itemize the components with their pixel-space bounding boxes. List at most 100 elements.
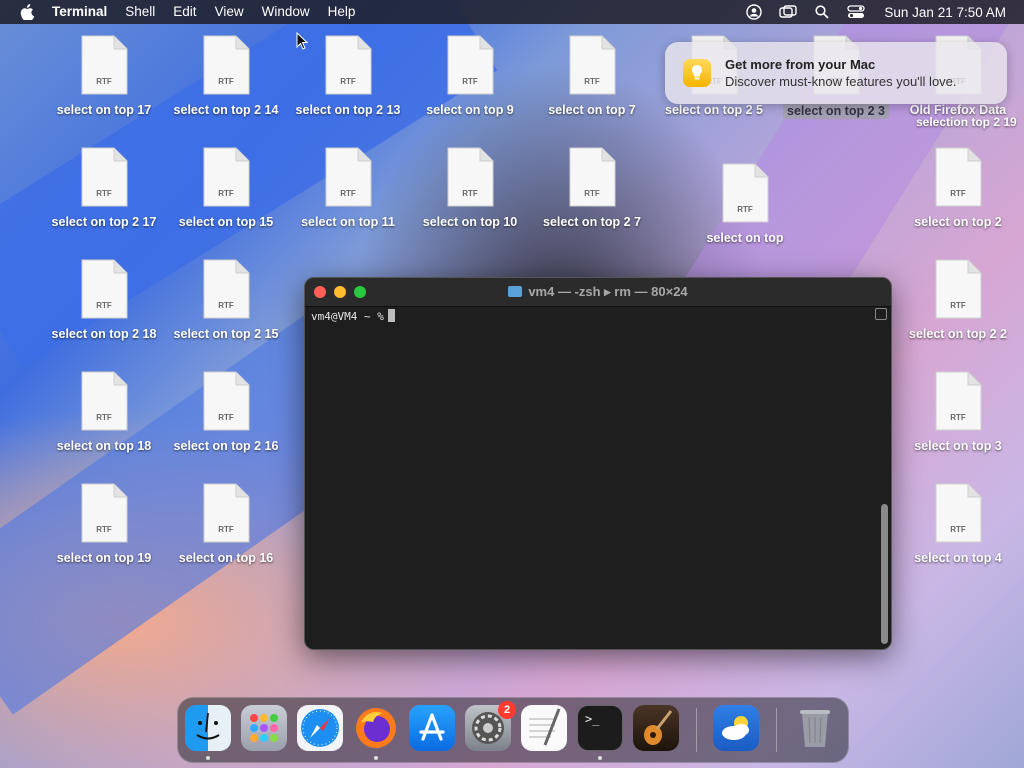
file-type-label: RTF	[462, 77, 478, 86]
desktop-file-label: select on top 2 16	[173, 439, 279, 453]
launchpad-icon[interactable]	[241, 705, 287, 751]
terminal-icon[interactable]: >_	[577, 705, 623, 751]
file-type-label: RTF	[96, 525, 112, 534]
desktop-file-icon[interactable]: RTF select on top 2 17	[43, 147, 165, 229]
safari-icon[interactable]	[297, 705, 343, 751]
dock: 2 >_	[177, 697, 849, 763]
overlapping-file-label[interactable]: selection top 2 19	[916, 115, 1017, 129]
desktop-file-icon[interactable]: RTF select on top 2	[897, 147, 1019, 229]
desktop-file-icon[interactable]: RTF select on top 2 15	[165, 259, 287, 341]
desktop-file-icon[interactable]: RTF select on top 7	[531, 35, 653, 117]
user-account-icon[interactable]	[744, 4, 764, 20]
desktop-file-icon[interactable]: RTF select on top 2 18	[43, 259, 165, 341]
file-type-label: RTF	[218, 77, 234, 86]
terminal-output[interactable]: vm4@VM4 ~ %	[311, 309, 395, 323]
rtf-document-icon: RTF	[80, 147, 128, 207]
split-pane-icon[interactable]	[875, 308, 887, 320]
rtf-document-icon: RTF	[202, 259, 250, 319]
file-type-label: RTF	[950, 525, 966, 534]
rtf-document-icon: RTF	[202, 35, 250, 95]
notification-body: Discover must-know features you'll love.	[725, 74, 957, 89]
rtf-document-icon: RTF	[446, 35, 494, 95]
file-type-label: RTF	[584, 77, 600, 86]
rtf-document-icon: RTF	[568, 147, 616, 207]
desktop-file-label: select on top 4	[914, 551, 1002, 565]
textedit-icon[interactable]	[521, 705, 567, 751]
text-cursor	[387, 309, 395, 322]
desktop-file-icon[interactable]: RTF select on top 4	[897, 483, 1019, 565]
menu-window[interactable]: Window	[253, 0, 319, 24]
weather-icon[interactable]	[713, 705, 759, 751]
screen-mirroring-icon[interactable]	[778, 4, 798, 20]
desktop-file-icon[interactable]: RTF select on top 11	[287, 147, 409, 229]
dock-separator	[696, 708, 697, 752]
system-settings-icon[interactable]: 2	[465, 701, 516, 751]
folder-icon	[508, 286, 523, 297]
desktop-file-icon[interactable]: RTF select on top 2 2	[897, 259, 1019, 341]
file-type-label: RTF	[584, 189, 600, 198]
window-title: vm4 — -zsh ▸ rm — 80×24	[528, 284, 688, 299]
search-icon[interactable]	[812, 4, 832, 20]
rtf-document-icon: RTF	[934, 259, 982, 319]
dock-separator	[776, 708, 777, 752]
file-type-label: RTF	[218, 189, 234, 198]
rtf-document-icon: RTF	[80, 483, 128, 543]
trash-icon[interactable]	[792, 705, 838, 751]
file-type-label: RTF	[462, 189, 478, 198]
desktop-file-icon[interactable]: RTF select on top 2 14	[165, 35, 287, 117]
file-type-label: RTF	[950, 189, 966, 198]
rtf-document-icon: RTF	[934, 371, 982, 431]
running-indicator	[206, 756, 210, 760]
menu-clock[interactable]: Sun Jan 21 7:50 AM	[884, 5, 1006, 20]
running-indicator	[374, 756, 378, 760]
desktop-file-icon[interactable]: RTF select on top 2 7	[531, 147, 653, 229]
rtf-document-icon: RTF	[934, 147, 982, 207]
file-type-label: RTF	[96, 77, 112, 86]
desktop-file-icon[interactable]: RTF select on top 19	[43, 483, 165, 565]
menu-edit[interactable]: Edit	[164, 0, 205, 24]
menu-help[interactable]: Help	[319, 0, 365, 24]
file-type-label: RTF	[218, 413, 234, 422]
desktop-file-label: select on top 19	[56, 551, 152, 565]
menu-shell[interactable]: Shell	[116, 0, 164, 24]
desktop-file-icon[interactable]: RTF select on top 2 16	[165, 371, 287, 453]
terminal-glyph: >_	[585, 712, 600, 726]
desktop-file-label: select on top 2	[914, 215, 1002, 229]
desktop-file-icon[interactable]: RTF select on top	[684, 163, 806, 245]
app-store-icon[interactable]	[409, 705, 455, 751]
apple-menu-icon[interactable]	[20, 4, 35, 21]
firefox-icon[interactable]	[353, 705, 399, 751]
file-type-label: RTF	[96, 189, 112, 198]
rtf-document-icon: RTF	[721, 163, 769, 223]
desktop-file-icon[interactable]: RTF select on top 3	[897, 371, 1019, 453]
finder-icon[interactable]	[185, 705, 231, 751]
desktop-file-label: select on top 2 13	[295, 103, 401, 117]
desktop-file-icon[interactable]: RTF select on top 16	[165, 483, 287, 565]
desktop-file-icon[interactable]: RTF select on top 17	[43, 35, 165, 117]
menu-app-name[interactable]: Terminal	[48, 0, 116, 24]
desktop-file-icon[interactable]: RTF select on top 9	[409, 35, 531, 117]
rtf-document-icon: RTF	[446, 147, 494, 207]
desktop-file-label: select on top 2 5	[665, 103, 763, 117]
desktop-file-label: select on top 15	[178, 215, 274, 229]
desktop-file-label: select on top 16	[178, 551, 274, 565]
terminal-titlebar[interactable]: vm4 — -zsh ▸ rm — 80×24	[305, 278, 891, 307]
file-type-label: RTF	[340, 189, 356, 198]
control-center-icon[interactable]	[846, 4, 866, 20]
window-title-wrap: vm4 — -zsh ▸ rm — 80×24	[305, 278, 891, 306]
desktop-file-icon[interactable]: RTF select on top 10	[409, 147, 531, 229]
desktop-file-icon[interactable]: RTF select on top 18	[43, 371, 165, 453]
desktop-file-icon[interactable]: RTF select on top 15	[165, 147, 287, 229]
rtf-document-icon: RTF	[324, 147, 372, 207]
terminal-window[interactable]: vm4 — -zsh ▸ rm — 80×24 vm4@VM4 ~ %	[304, 277, 892, 650]
desktop-file-label: select on top 17	[56, 103, 152, 117]
rtf-document-icon: RTF	[80, 259, 128, 319]
rtf-document-icon: RTF	[80, 35, 128, 95]
rtf-document-icon: RTF	[80, 371, 128, 431]
scroll-thumb[interactable]	[881, 504, 888, 644]
rtf-document-icon: RTF	[202, 483, 250, 543]
rtf-document-icon: RTF	[934, 483, 982, 543]
garageband-icon[interactable]	[633, 705, 679, 751]
notification-banner[interactable]: Get more from your Mac Discover must-kno…	[665, 42, 1007, 104]
menu-view[interactable]: View	[206, 0, 253, 24]
